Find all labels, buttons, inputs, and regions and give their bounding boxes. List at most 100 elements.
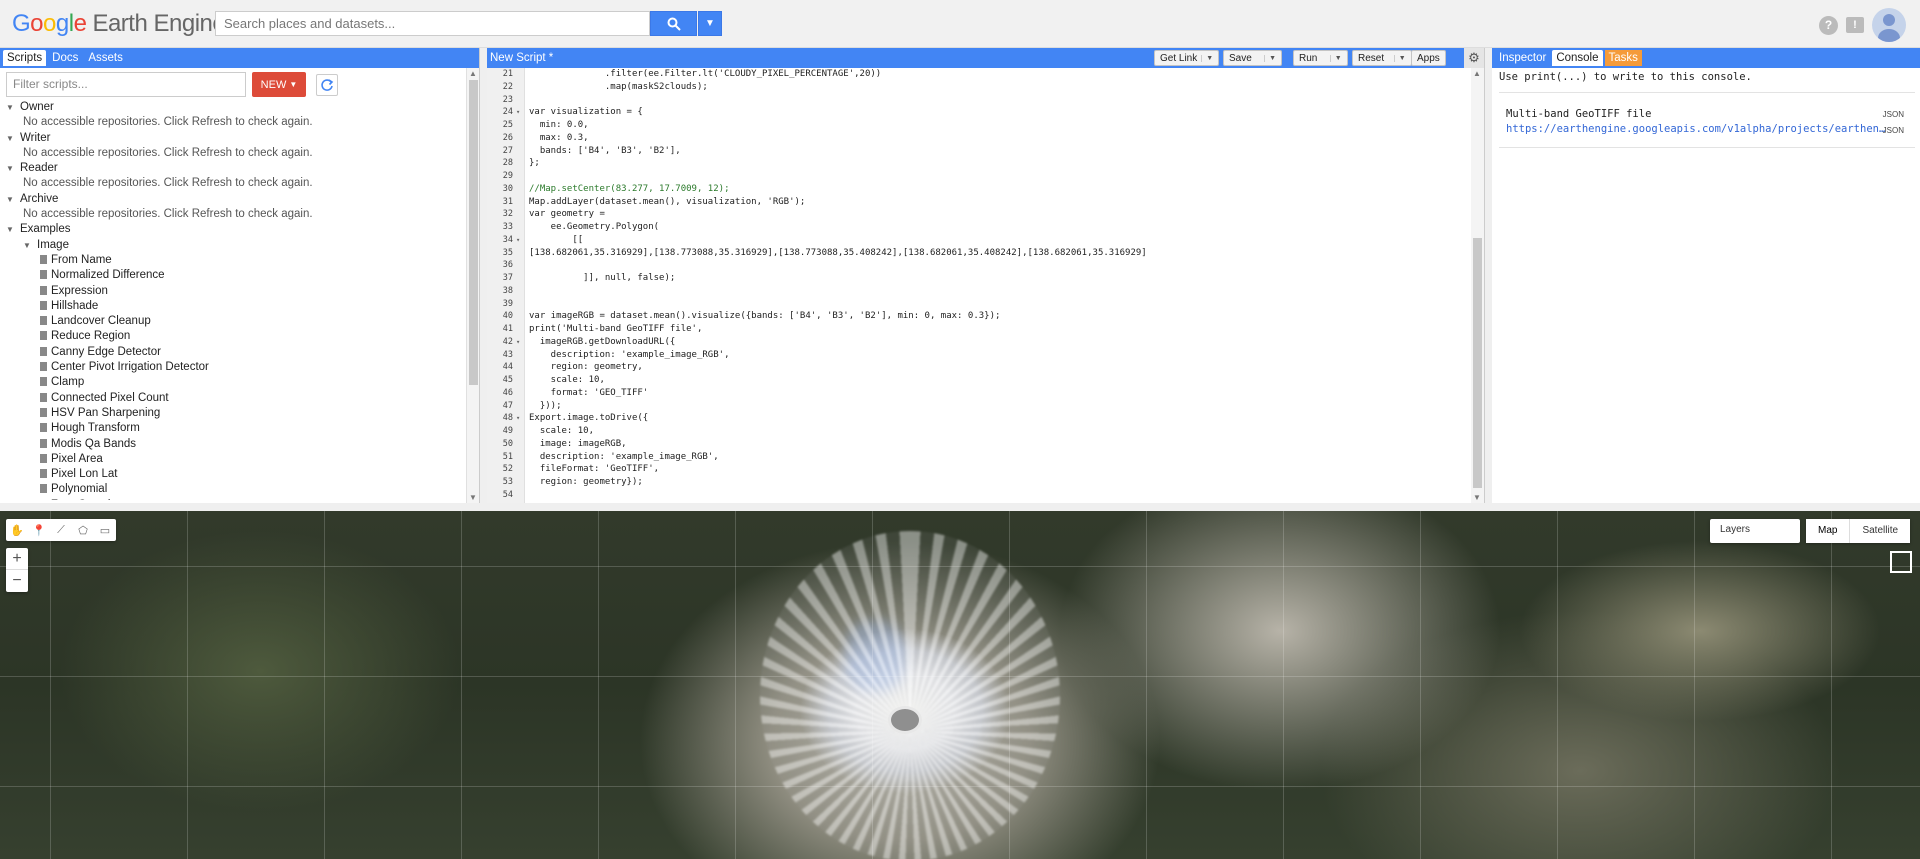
layers-button[interactable]: Layers — [1710, 519, 1800, 543]
zoom-out-button[interactable]: − — [6, 570, 28, 592]
scroll-down-icon[interactable]: ▼ — [1473, 493, 1481, 502]
tree-script-item[interactable]: HSV Pan Sharpening — [6, 406, 461, 421]
tab-tasks[interactable]: Tasks — [1604, 50, 1642, 66]
code-line[interactable]: 39 — [487, 298, 1472, 311]
tab-assets[interactable]: Assets — [84, 50, 127, 66]
filter-scripts-input[interactable]: Filter scripts... — [6, 72, 246, 97]
search-input[interactable]: Search places and datasets... — [215, 11, 650, 36]
code-line[interactable]: 35 [138.682061,35.316929],[138.773088,35.… — [487, 247, 1472, 260]
fold-toggle-icon[interactable]: ▾ — [516, 412, 520, 425]
code-line[interactable]: 29 — [487, 170, 1472, 183]
code-line[interactable]: 31 Map.addLayer(dataset.mean(), visualiza… — [487, 196, 1472, 209]
code-line[interactable]: 33 ee.Geometry.Polygon( — [487, 221, 1472, 234]
code-area[interactable]: 21 .filter(ee.Filter.lt('CLOUDY_PIXEL_PE… — [487, 68, 1472, 503]
json-toggle[interactable]: JSON — [1883, 126, 1904, 135]
tree-section-reader[interactable]: ▼ Reader — [6, 161, 461, 176]
tree-section-archive[interactable]: ▼ Archive — [6, 192, 461, 207]
hand-pan-icon[interactable]: ✋ — [6, 519, 28, 541]
code-line[interactable]: 42 ▾ imageRGB.getDownloadURL({ — [487, 336, 1472, 349]
download-url-link[interactable]: https://earthengine.googleapis.com/v1alp… — [1506, 123, 1886, 135]
tab-console[interactable]: Console — [1552, 50, 1603, 66]
code-line[interactable]: 53 region: geometry}); — [487, 476, 1472, 489]
line-draw-icon[interactable]: ⟋ — [50, 519, 72, 541]
fold-toggle-icon[interactable]: ▾ — [516, 234, 520, 247]
search-options-dropdown[interactable]: ▼ — [698, 11, 722, 36]
tree-script-item[interactable]: Modis Qa Bands — [6, 437, 461, 452]
map-view[interactable]: ✋ 📍 ⟋ ⬠ ▭ + − Layers Map Satellite — [0, 511, 1920, 859]
tree-script-item[interactable]: Canny Edge Detector — [6, 345, 461, 360]
code-line[interactable]: 50 image: imageRGB, — [487, 438, 1472, 451]
scroll-thumb[interactable] — [469, 80, 478, 385]
left-scrollbar[interactable]: ▲ ▼ — [466, 68, 479, 503]
code-line[interactable]: 52 fileFormat: 'GeoTIFF', — [487, 463, 1472, 476]
tree-section-owner[interactable]: ▼ Owner — [6, 100, 461, 115]
fold-toggle-icon[interactable]: ▾ — [516, 336, 520, 349]
refresh-button[interactable] — [316, 73, 338, 96]
code-line[interactable]: 38 — [487, 285, 1472, 298]
map-splitter[interactable] — [0, 503, 1920, 511]
tree-script-item[interactable]: Clamp — [6, 375, 461, 390]
code-line[interactable]: 30 //Map.setCenter(83.277, 17.7009, 12); — [487, 183, 1472, 196]
tree-script-item[interactable]: Pixel Area — [6, 452, 461, 467]
earth-engine-logo[interactable]: Google Earth Engine — [12, 10, 226, 38]
code-line[interactable]: 24 ▾ var visualization = { — [487, 106, 1472, 119]
code-line[interactable]: 49 scale: 10, — [487, 425, 1472, 438]
zoom-in-button[interactable]: + — [6, 548, 28, 570]
code-line[interactable]: 44 region: geometry, — [487, 361, 1472, 374]
code-line[interactable]: 34 ▾ [[ — [487, 234, 1472, 247]
code-line[interactable]: 22 .map(maskS2clouds); — [487, 81, 1472, 94]
json-toggle[interactable]: JSON — [1883, 110, 1904, 119]
code-line[interactable]: 47 })); — [487, 400, 1472, 413]
map-type-map-button[interactable]: Map — [1806, 519, 1851, 543]
code-line[interactable]: 37 ]], null, false); — [487, 272, 1472, 285]
code-line[interactable]: 23 — [487, 94, 1472, 107]
tree-script-item[interactable]: Center Pivot Irrigation Detector — [6, 360, 461, 375]
tree-script-item[interactable]: Normalized Difference — [6, 268, 461, 283]
settings-gear-icon[interactable]: ⚙ — [1464, 48, 1484, 68]
tree-script-item[interactable]: Hillshade — [6, 299, 461, 314]
code-line[interactable]: 28}; — [487, 157, 1472, 170]
fullscreen-icon[interactable] — [1890, 551, 1912, 573]
map-type-satellite-button[interactable]: Satellite — [1850, 519, 1911, 543]
code-line[interactable]: 25 min: 0.0, — [487, 119, 1472, 132]
code-line[interactable]: 27 bands: ['B4', 'B3', 'B2'], — [487, 145, 1472, 158]
help-icon[interactable]: ? — [1819, 15, 1838, 35]
panel-splitter[interactable] — [1485, 48, 1492, 503]
code-line[interactable]: 36 — [487, 259, 1472, 272]
code-line[interactable]: 43 description: 'example_image_RGB', — [487, 349, 1472, 362]
reset-button[interactable]: Reset ▼ — [1352, 50, 1412, 66]
scroll-up-icon[interactable]: ▲ — [1473, 69, 1481, 78]
run-button[interactable]: Run ▼ — [1293, 50, 1348, 66]
code-line[interactable]: 26 max: 0.3, — [487, 132, 1472, 145]
tree-script-item[interactable]: Polynomial — [6, 482, 461, 497]
apps-button[interactable]: Apps — [1411, 50, 1446, 66]
tab-inspector[interactable]: Inspector — [1495, 50, 1550, 66]
code-line[interactable]: 21 .filter(ee.Filter.lt('CLOUDY_PIXEL_PE… — [487, 68, 1472, 81]
tree-folder-image[interactable]: ▼ Image — [6, 238, 461, 253]
tab-scripts[interactable]: Scripts — [3, 50, 47, 66]
marker-icon[interactable]: 📍 — [28, 519, 50, 541]
code-line[interactable]: 41 print('Multi-band GeoTIFF file', — [487, 323, 1472, 336]
tab-docs[interactable]: Docs — [48, 50, 82, 66]
panel-splitter[interactable] — [480, 48, 487, 503]
tree-section-writer[interactable]: ▼ Writer — [6, 131, 461, 146]
scroll-thumb[interactable] — [1473, 238, 1482, 488]
tree-script-item[interactable]: From Name — [6, 253, 461, 268]
polygon-draw-icon[interactable]: ⬠ — [72, 519, 94, 541]
tree-script-item[interactable]: Reduce Region — [6, 329, 461, 344]
code-line[interactable]: 48 ▾ Export.image.toDrive({ — [487, 412, 1472, 425]
fold-toggle-icon[interactable]: ▾ — [516, 106, 520, 119]
search-button[interactable] — [650, 11, 697, 36]
tree-script-item[interactable]: Connected Pixel Count — [6, 391, 461, 406]
scroll-up-icon[interactable]: ▲ — [469, 69, 477, 78]
rectangle-draw-icon[interactable]: ▭ — [94, 519, 116, 541]
feedback-icon[interactable]: ! — [1846, 17, 1864, 33]
code-line[interactable]: 32 var geometry = — [487, 208, 1472, 221]
new-button[interactable]: NEW ▼ — [252, 72, 306, 97]
tree-section-examples[interactable]: ▼ Examples — [6, 222, 461, 237]
code-line[interactable]: 46 format: 'GEO_TIFF' — [487, 387, 1472, 400]
get-link-button[interactable]: Get Link ▼ — [1154, 50, 1220, 66]
code-line[interactable]: 54 — [487, 489, 1472, 502]
avatar[interactable] — [1872, 8, 1906, 42]
save-button[interactable]: Save ▼ — [1223, 50, 1283, 66]
